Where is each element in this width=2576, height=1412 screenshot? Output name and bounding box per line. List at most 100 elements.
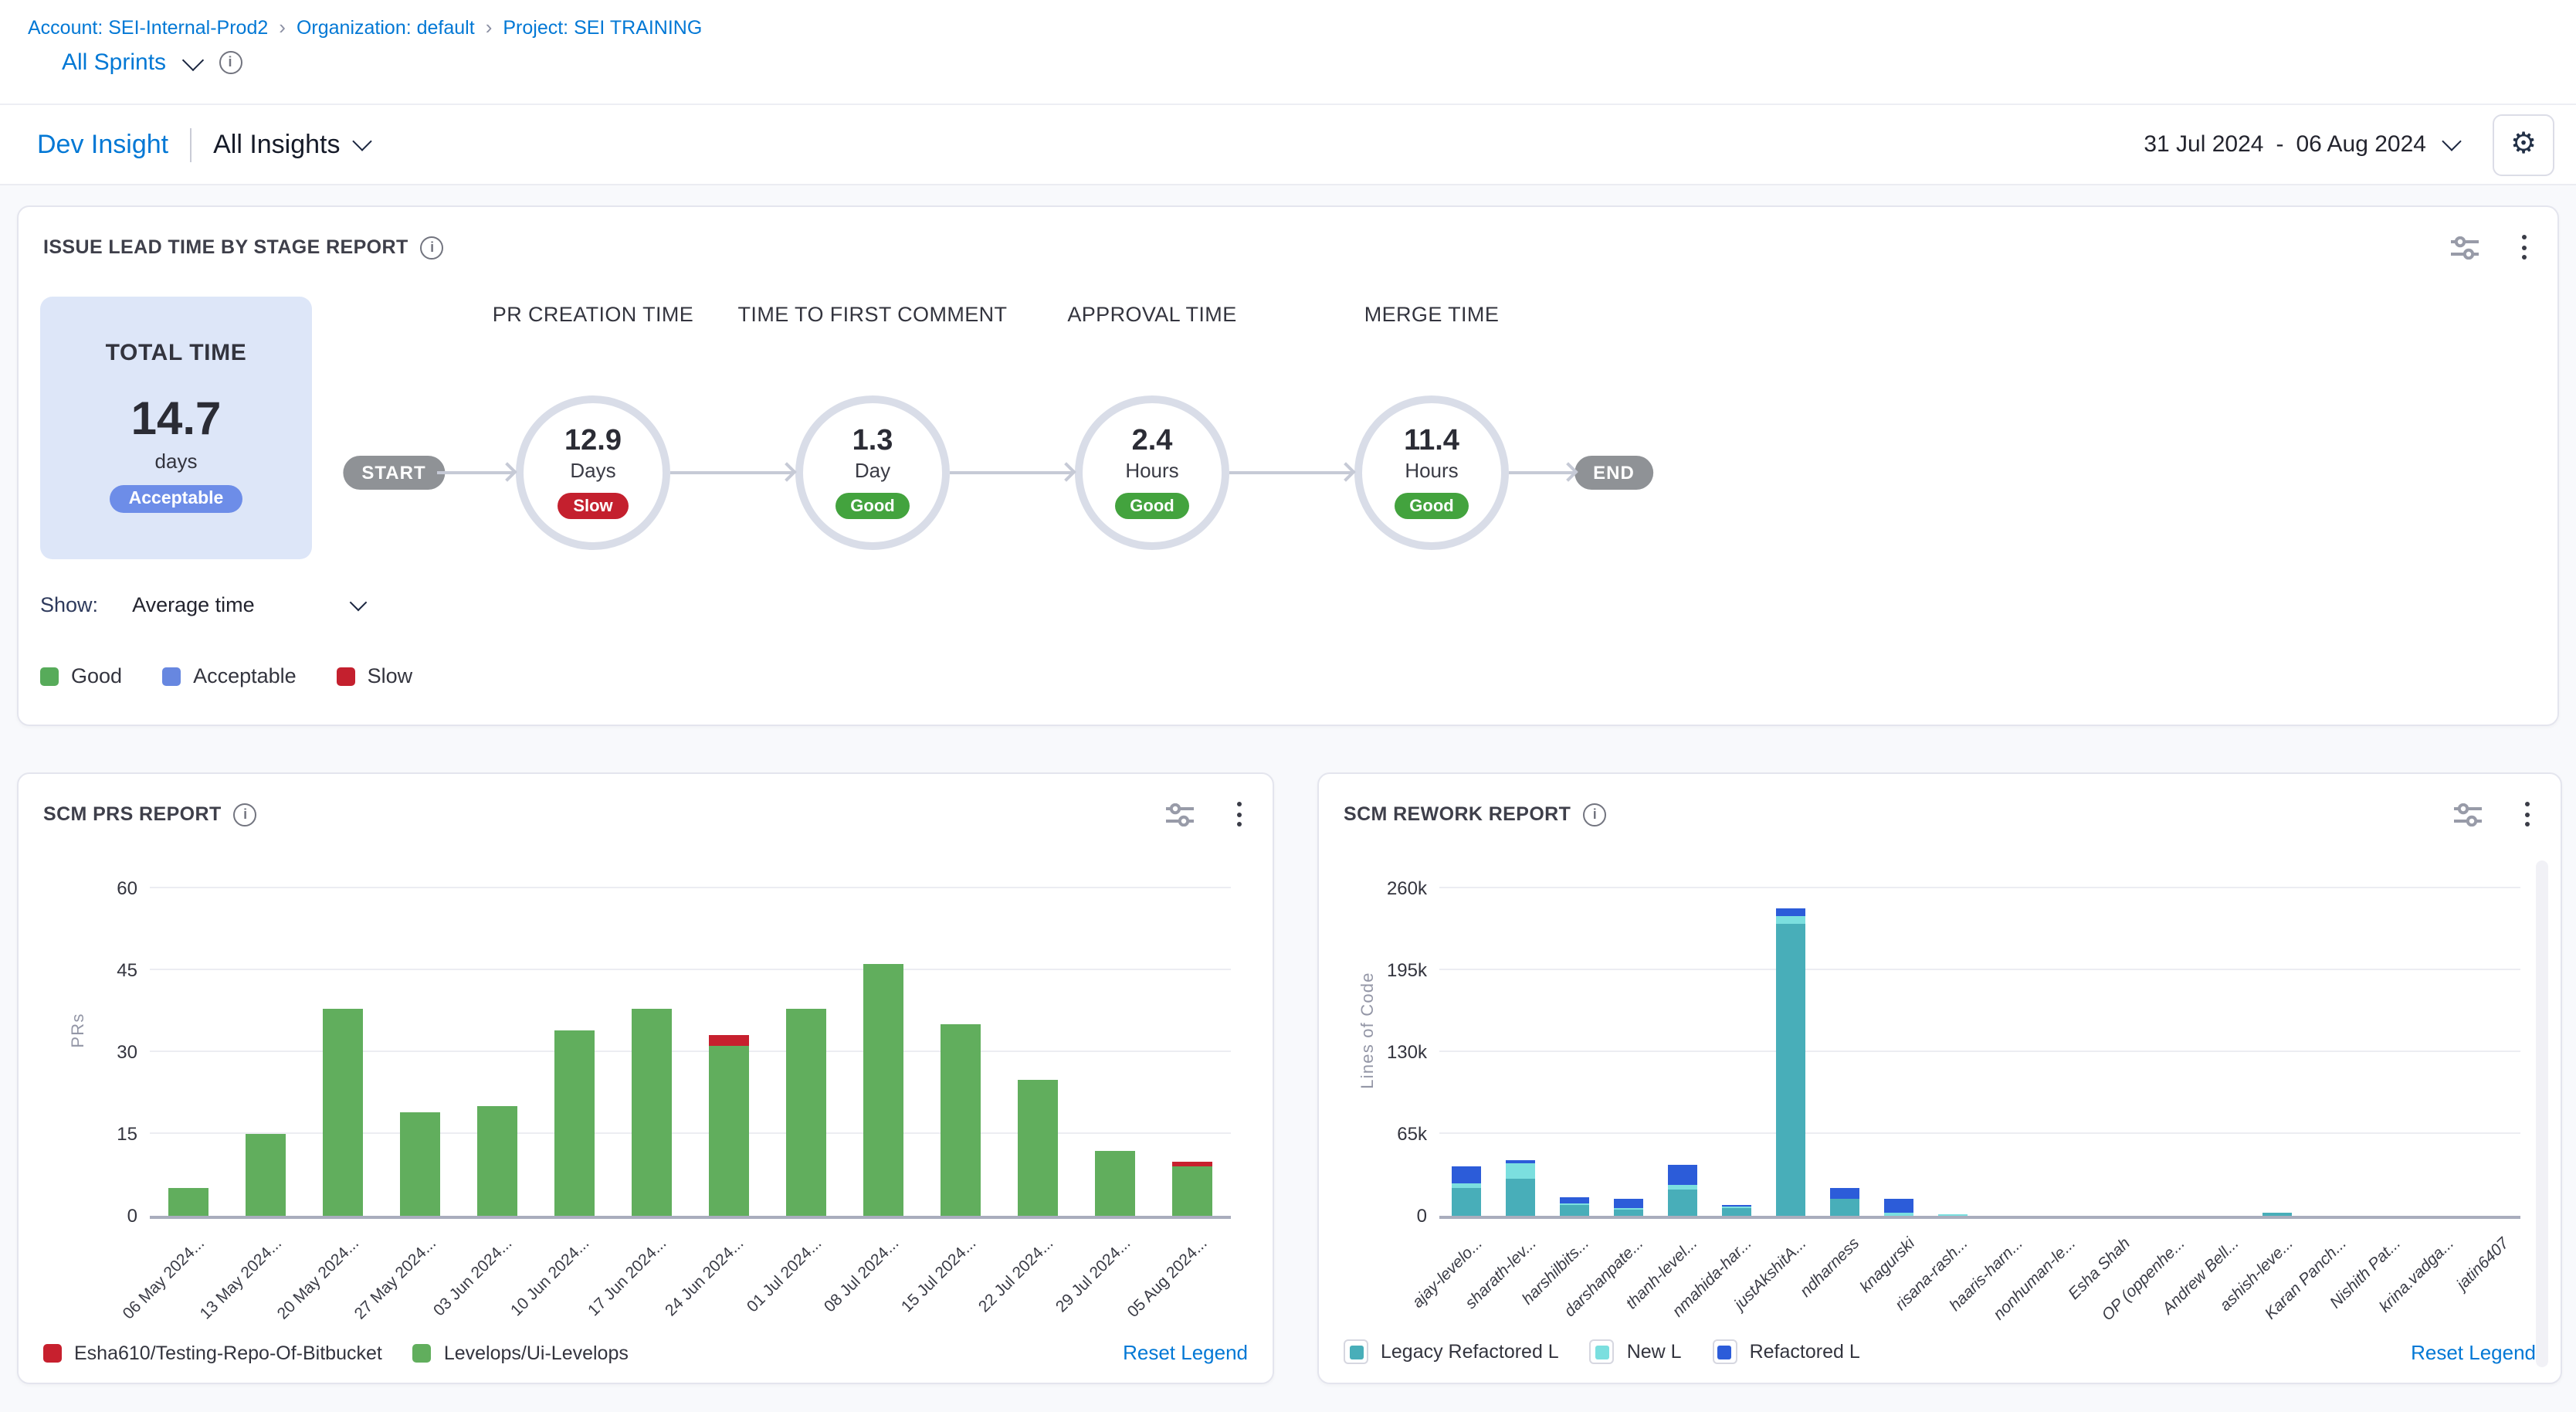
legend-swatch [1713,1339,1737,1364]
legend-item[interactable]: Slow [337,664,413,687]
bar-15 Jul 2024...[interactable] [941,1025,981,1216]
bar-nmahida-har...[interactable] [1722,1204,1751,1216]
bar-harshilbits...[interactable] [1560,1197,1589,1216]
bar-10 Jun 2024...[interactable] [554,1030,595,1216]
gridline [1439,1051,2520,1052]
bar-risana-rash...[interactable] [1938,1214,1968,1216]
bar-01 Jul 2024...[interactable] [786,1008,826,1216]
stage-name-label: PR CREATION TIME [446,300,740,332]
filter-sliders-icon[interactable] [1166,803,1194,826]
stage-node-2[interactable]: 1.3DayGood [795,395,950,550]
info-icon[interactable]: i [234,803,257,826]
stage-unit: Hours [1405,460,1458,483]
bar-sharath-lev...[interactable] [1506,1160,1535,1216]
settings-button[interactable]: ⚙ [2493,114,2554,175]
bar-13 May 2024...[interactable] [246,1134,286,1216]
bar-segment [2262,1212,2292,1216]
bar-ndharness[interactable] [1830,1188,1859,1216]
bar-24 Jun 2024...[interactable] [709,1036,749,1216]
x-axis-label: 15 Jul 2024... [898,1234,980,1316]
gridline [150,969,1231,970]
gridline [1439,887,2520,888]
legend-item[interactable]: Good [40,664,122,687]
bar-segment [1095,1150,1135,1216]
sprint-selector-label[interactable]: All Sprints [62,49,166,76]
bar-segment [168,1189,208,1216]
kebab-menu-icon[interactable] [2522,799,2533,830]
flow-arrow-icon [670,471,792,474]
date-range-picker[interactable]: 31 Jul 2024 - 06 Aug 2024 [2144,131,2459,158]
total-time-value: 14.7 [131,397,222,443]
bar-03 Jun 2024...[interactable] [477,1107,517,1216]
scrollbar-track[interactable] [2536,860,2548,1367]
legend-item[interactable]: Acceptable [162,664,297,687]
bar-segment [1452,1188,1481,1216]
bar-segment [477,1107,517,1216]
bar-29 Jul 2024...[interactable] [1095,1150,1135,1216]
x-axis-label: 20 May 2024... [273,1234,362,1323]
legend-swatch [162,667,181,685]
gridline [150,1132,1231,1134]
bar-segment [709,1047,749,1216]
stage-name-label: TIME TO FIRST COMMENT [726,300,1019,332]
y-tick-label: 195k [1359,959,1427,981]
insights-dropdown[interactable]: All Insights [213,129,369,160]
breadcrumb-project[interactable]: Project: SEI TRAINING [503,16,702,38]
bar-ashish-leve...[interactable] [2262,1212,2292,1216]
bar-08 Jul 2024...[interactable] [863,965,903,1216]
info-icon[interactable]: i [219,51,242,74]
legend-item[interactable]: New L [1590,1339,1682,1364]
date-range-from: 31 Jul 2024 [2144,131,2263,158]
stage-value: 11.4 [1404,426,1459,458]
flow-start-node: START [343,456,444,490]
bar-06 May 2024...[interactable] [168,1189,208,1216]
bar-segment [709,1036,749,1047]
legend-item[interactable]: Levelops/Ui-Levelops [413,1342,629,1363]
bar-justAkshitA...[interactable] [1776,908,1805,1216]
bar-20 May 2024...[interactable] [323,1008,363,1216]
legend-label: New L [1627,1341,1682,1363]
reset-legend-link[interactable]: Reset Legend [1123,1341,1248,1364]
stage-value: 1.3 [852,426,893,458]
breadcrumb-account[interactable]: Account: SEI-Internal-Prod2 [28,16,268,38]
bar-knagurski[interactable] [1884,1198,1913,1216]
y-tick-label: 260k [1359,877,1427,899]
show-dropdown[interactable]: Show: Average time [40,593,364,616]
bar-22 Jul 2024...[interactable] [1018,1079,1058,1216]
sprint-selector[interactable]: All Sprints i [62,49,2576,76]
insight-header: Dev Insight All Insights 31 Jul 2024 - 0… [0,105,2576,185]
bar-segment [1776,916,1805,924]
show-label: Show: [40,593,98,616]
reset-legend-link[interactable]: Reset Legend [2411,1340,2536,1363]
x-axis-label: 08 Jul 2024... [821,1234,903,1316]
bar-segment [632,1008,672,1216]
filter-sliders-icon[interactable] [2454,803,2482,826]
stage-node-4[interactable]: 11.4HoursGood [1354,395,1509,550]
bar-thanh-level...[interactable] [1668,1164,1697,1216]
insight-title-link[interactable]: Dev Insight [37,129,168,160]
bar-ajay-levelo...[interactable] [1452,1166,1481,1216]
bar-segment [1722,1208,1751,1216]
x-axis-label: 27 May 2024... [351,1234,439,1323]
chevron-down-icon[interactable] [181,49,203,70]
legend-item[interactable]: Legacy Refactored L [1344,1339,1559,1364]
breadcrumb-organization[interactable]: Organization: default [297,16,475,38]
bar-darshanpate...[interactable] [1614,1199,1643,1216]
legend-item[interactable]: Refactored L [1713,1339,1860,1364]
bar-segment [1776,924,1805,1216]
info-icon[interactable]: i [1583,803,1606,826]
bar-27 May 2024...[interactable] [400,1112,440,1216]
stage-node-1[interactable]: 12.9DaysSlow [516,395,670,550]
bar-17 Jun 2024...[interactable] [632,1008,672,1216]
bar-segment [1614,1199,1643,1207]
chart-legend: Esha610/Testing-Repo-Of-Bitbucket Levelop… [43,1342,629,1363]
legend-item[interactable]: Esha610/Testing-Repo-Of-Bitbucket [43,1342,382,1363]
issue-lead-time-panel: ISSUE LEAD TIME BY STAGE REPORT i TOTAL … [17,205,2559,726]
stage-node-3[interactable]: 2.4HoursGood [1075,395,1229,550]
bar-05 Aug 2024...[interactable] [1172,1161,1212,1216]
chart-legend: Legacy Refactored L New L Refactored L [1344,1339,1860,1364]
total-time-card[interactable]: TOTAL TIME 14.7 days Acceptable [40,297,312,559]
kebab-menu-icon[interactable] [1234,799,1245,830]
panel-title: SCM REWORK REPORT [1344,803,1571,825]
bar-segment [1884,1213,1913,1216]
